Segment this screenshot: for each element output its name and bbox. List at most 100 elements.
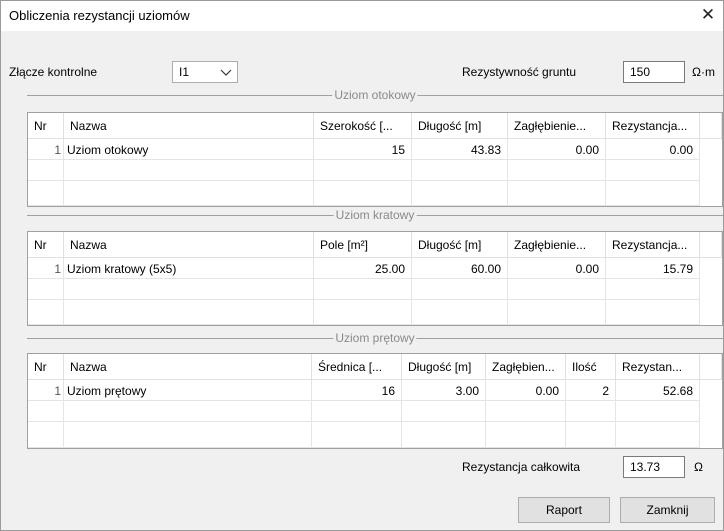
empty-cell (412, 279, 508, 300)
column-header[interactable]: Długość [m] (412, 232, 508, 258)
empty-cell (314, 279, 412, 300)
table-cell[interactable]: Uziom prętowy (64, 380, 312, 401)
section-pretowy-caption: Uziom prętowy (333, 331, 417, 345)
empty-cell (616, 401, 700, 422)
empty-cell (28, 181, 64, 206)
table-cell[interactable]: 1 (28, 258, 64, 279)
empty-cell (28, 279, 64, 300)
empty-cell (64, 300, 314, 325)
section-otokowy-caption: Uziom otokowy (332, 88, 418, 102)
table-cell[interactable]: 16 (312, 380, 402, 401)
section-otokowy: Uziom otokowy (27, 88, 723, 102)
empty-cell (508, 279, 606, 300)
empty-cell (606, 279, 700, 300)
column-header[interactable]: Rezystan... (616, 354, 700, 380)
total-resistance-field[interactable]: 13.73 (623, 456, 685, 478)
table-cell[interactable]: 0.00 (508, 258, 606, 279)
section-pretowy: Uziom prętowy (27, 331, 723, 345)
column-header[interactable]: Długość [m] (412, 113, 508, 139)
report-button[interactable]: Raport (518, 497, 610, 523)
column-header[interactable]: Nr (28, 113, 64, 139)
column-header[interactable]: Nazwa (64, 232, 314, 258)
table-cell[interactable]: 1 (28, 380, 64, 401)
grid-otokowy[interactable]: Nr Nazwa Szerokość [... Długość [m] Zagł… (27, 112, 723, 207)
empty-cell (64, 401, 312, 422)
empty-cell (314, 181, 412, 206)
close-button[interactable]: Zamknij (620, 497, 715, 523)
table-cell[interactable]: 2 (566, 380, 616, 401)
total-resistance-label: Rezystancja całkowita (462, 460, 581, 474)
empty-cell (486, 422, 566, 448)
empty-cell (486, 401, 566, 422)
control-joint-value: I1 (179, 65, 190, 79)
resistivity-value: 150 (630, 65, 651, 79)
column-header[interactable]: Nazwa (64, 113, 314, 139)
column-header[interactable]: Nr (28, 232, 64, 258)
table-cell[interactable]: 1 (28, 139, 64, 160)
table-cell[interactable]: 60.00 (412, 258, 508, 279)
column-header[interactable]: Rezystancja... (606, 113, 700, 139)
table-cell[interactable]: 0.00 (508, 139, 606, 160)
empty-cell (508, 160, 606, 181)
table-cell[interactable]: 3.00 (402, 380, 486, 401)
column-header[interactable]: Zagłębienie... (508, 232, 606, 258)
empty-cell (402, 401, 486, 422)
window-title: Obliczenia rezystancji uziomów (9, 8, 190, 23)
empty-cell (28, 401, 64, 422)
empty-cell (312, 422, 402, 448)
column-header[interactable]: Zagłębienie... (508, 113, 606, 139)
resistivity-unit: Ω·m (692, 65, 715, 79)
empty-cell (508, 300, 606, 325)
close-icon[interactable]: ✕ (697, 4, 719, 26)
empty-cell (606, 181, 700, 206)
control-joint-select[interactable]: I1 (172, 61, 238, 83)
table-cell[interactable]: Uziom otokowy (64, 139, 314, 160)
empty-cell (64, 160, 314, 181)
empty-cell (28, 300, 64, 325)
table-cell[interactable]: 0.00 (486, 380, 566, 401)
resistivity-label: Rezystywność gruntu (462, 65, 577, 79)
table-cell[interactable]: 52.68 (616, 380, 700, 401)
table-cell[interactable]: 25.00 (314, 258, 412, 279)
grid-pretowy[interactable]: Nr Nazwa Średnica [... Długość [m] Zagłę… (27, 353, 723, 449)
table-cell[interactable]: 43.83 (412, 139, 508, 160)
table-cell[interactable]: 0.00 (606, 139, 700, 160)
column-header[interactable]: Długość [m] (402, 354, 486, 380)
column-header-filler (700, 354, 722, 380)
empty-cell (64, 181, 314, 206)
table-cell[interactable]: 15 (314, 139, 412, 160)
dialog-window: Obliczenia rezystancji uziomów ✕ Złącze … (0, 0, 724, 531)
empty-cell (314, 160, 412, 181)
column-header[interactable]: Nazwa (64, 354, 312, 380)
column-header-filler (700, 232, 722, 258)
column-header[interactable]: Nr (28, 354, 64, 380)
column-header[interactable]: Szerokość [... (314, 113, 412, 139)
chevron-down-icon (220, 69, 232, 76)
column-header[interactable]: Pole [m²] (314, 232, 412, 258)
column-header[interactable]: Ilość (566, 354, 616, 380)
table-cell[interactable]: Uziom kratowy (5x5) (64, 258, 314, 279)
empty-cell (412, 181, 508, 206)
empty-cell (508, 181, 606, 206)
grid-kratowy[interactable]: Nr Nazwa Pole [m²] Długość [m] Zagłębien… (27, 231, 723, 326)
empty-cell (312, 401, 402, 422)
empty-cell (28, 422, 64, 448)
column-header[interactable]: Średnica [... (312, 354, 402, 380)
empty-cell (64, 279, 314, 300)
total-resistance-value: 13.73 (630, 460, 661, 474)
resistivity-input[interactable]: 150 (623, 61, 685, 83)
empty-cell (314, 300, 412, 325)
control-joint-label: Złącze kontrolne (9, 65, 98, 79)
column-header[interactable]: Zagłębien... (486, 354, 566, 380)
empty-cell (412, 300, 508, 325)
table-cell[interactable]: 15.79 (606, 258, 700, 279)
title-bar: Obliczenia rezystancji uziomów ✕ (1, 1, 723, 31)
column-header-filler (700, 113, 722, 139)
empty-cell (566, 422, 616, 448)
empty-cell (616, 422, 700, 448)
empty-cell (28, 160, 64, 181)
empty-cell (412, 160, 508, 181)
column-header[interactable]: Rezystancja... (606, 232, 700, 258)
empty-cell (566, 401, 616, 422)
total-resistance-unit: Ω (694, 460, 703, 474)
